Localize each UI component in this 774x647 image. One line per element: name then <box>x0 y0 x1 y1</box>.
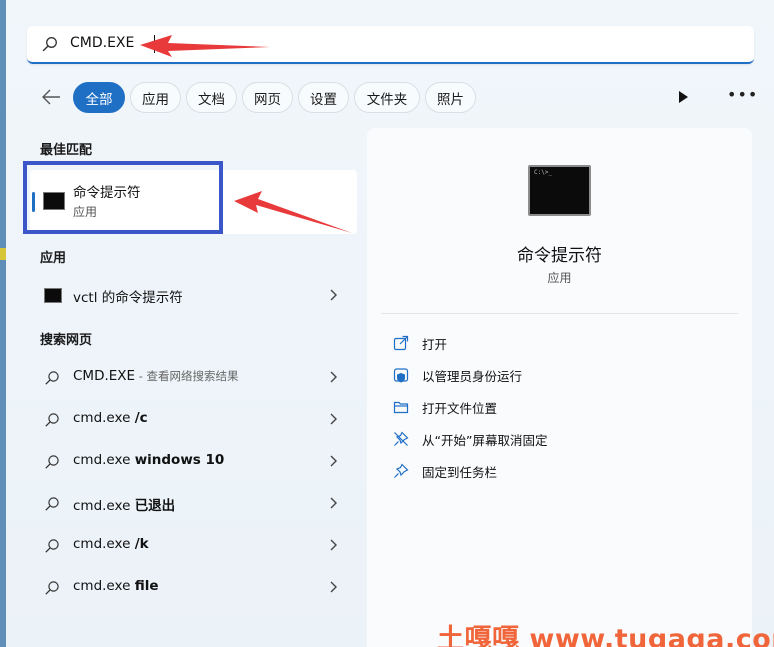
watermark: 土嘎嘎 www.tugaga.com <box>437 624 774 647</box>
best-match-title: 命令提示符 <box>73 185 141 201</box>
filter-all[interactable]: 全部 <box>73 82 125 113</box>
action-open[interactable]: 打开 <box>393 332 723 354</box>
more-options-icon[interactable]: ••• <box>727 85 758 104</box>
web-item-text: cmd.exe /c <box>73 410 148 426</box>
web-item-suffix: 已退出 <box>134 498 176 514</box>
filter-web[interactable]: 网页 <box>242 82 293 113</box>
detail-panel: C:\>_ 命令提示符 应用 打开 以管理员身份运行 打开文件位置 从“开始”屏… <box>367 128 752 647</box>
play-icon[interactable] <box>677 91 689 103</box>
action-unpin-from-start-label: 从“开始”屏幕取消固定 <box>422 433 548 448</box>
divider <box>381 313 738 314</box>
web-item-hint: - 查看网络搜索结果 <box>135 369 239 383</box>
web-item-text: cmd.exe 已退出 <box>73 494 175 514</box>
chevron-right-icon <box>330 497 337 509</box>
action-unpin-from-start[interactable]: 从“开始”屏幕取消固定 <box>393 428 723 450</box>
back-arrow-icon[interactable] <box>40 88 62 106</box>
web-item[interactable]: cmd.exe windows 10 <box>30 440 357 482</box>
folder-icon <box>393 401 409 414</box>
web-item-suffix: /k <box>134 536 149 552</box>
web-item-text: CMD.EXE - 查看网络搜索结果 <box>73 368 239 384</box>
web-item-prefix: cmd.exe <box>73 536 135 552</box>
web-item-suffix: windows 10 <box>134 452 225 468</box>
search-input[interactable]: CMD.EXE <box>70 35 134 51</box>
action-open-file-location[interactable]: 打开文件位置 <box>393 396 723 418</box>
web-item[interactable]: cmd.exe /k <box>30 524 357 566</box>
search-icon <box>45 539 59 553</box>
search-icon <box>45 455 59 469</box>
web-item[interactable]: cmd.exe /c <box>30 398 357 440</box>
detail-title: 命令提示符 <box>517 246 602 266</box>
command-prompt-icon <box>43 192 65 210</box>
best-match-heading: 最佳匹配 <box>40 143 93 158</box>
search-icon <box>45 497 59 511</box>
web-search-heading: 搜索网页 <box>40 333 93 348</box>
search-icon <box>45 413 59 427</box>
chevron-right-icon <box>330 455 337 467</box>
web-item-prefix: cmd.exe <box>73 578 135 594</box>
app-item-label: vctl 的命令提示符 <box>73 290 183 306</box>
web-item-prefix: cmd.exe <box>73 452 135 468</box>
action-run-as-admin[interactable]: 以管理员身份运行 <box>393 364 723 386</box>
filter-documents[interactable]: 文档 <box>186 82 237 113</box>
web-item-text: cmd.exe file <box>73 578 158 594</box>
chevron-right-icon <box>330 413 337 425</box>
best-match-item[interactable]: 命令提示符 应用 <box>30 170 357 234</box>
open-external-icon <box>393 335 409 351</box>
web-item-text: cmd.exe windows 10 <box>73 452 224 468</box>
filter-settings[interactable]: 设置 <box>298 82 349 113</box>
web-item[interactable]: CMD.EXE - 查看网络搜索结果 <box>30 356 357 398</box>
web-item-text: cmd.exe /k <box>73 536 149 552</box>
action-pin-to-taskbar[interactable]: 固定到任务栏 <box>393 460 723 482</box>
app-item-vctl-command-prompt[interactable]: vctl 的命令提示符 <box>30 274 357 316</box>
chevron-right-icon <box>330 539 337 551</box>
web-item-suffix: /c <box>134 410 148 426</box>
unpin-icon <box>394 431 409 446</box>
command-prompt-large-icon: C:\>_ <box>528 165 591 216</box>
search-icon <box>45 581 59 595</box>
search-icon <box>42 37 57 52</box>
filter-apps[interactable]: 应用 <box>130 82 181 113</box>
detail-subtitle: 应用 <box>547 271 572 285</box>
text-caret <box>154 35 155 53</box>
web-item[interactable]: cmd.exe file <box>30 566 357 608</box>
web-item-prefix: cmd.exe <box>73 498 135 514</box>
command-prompt-icon <box>44 288 62 303</box>
chevron-right-icon <box>330 581 337 593</box>
action-run-as-admin-label: 以管理员身份运行 <box>422 369 523 384</box>
admin-shield-icon <box>393 368 409 383</box>
chevron-right-icon <box>330 289 337 301</box>
pin-icon <box>394 463 409 478</box>
filter-bar: 全部 应用 文档 网页 设置 文件夹 照片 ••• <box>0 81 774 113</box>
apps-heading: 应用 <box>40 251 67 266</box>
action-open-file-location-label: 打开文件位置 <box>422 401 498 416</box>
web-item-query: CMD.EXE <box>73 368 136 384</box>
chevron-right-icon <box>330 371 337 383</box>
selection-indicator <box>32 192 35 212</box>
action-open-label: 打开 <box>422 337 448 352</box>
filter-folders[interactable]: 文件夹 <box>354 82 420 113</box>
web-item-suffix: file <box>134 578 159 594</box>
best-match-subtitle: 应用 <box>73 205 98 219</box>
web-item[interactable]: cmd.exe 已退出 <box>30 482 357 524</box>
filter-photos[interactable]: 照片 <box>425 82 476 113</box>
action-pin-to-taskbar-label: 固定到任务栏 <box>422 465 498 480</box>
search-icon <box>45 371 59 385</box>
search-box[interactable]: CMD.EXE <box>27 26 754 64</box>
web-item-prefix: cmd.exe <box>73 410 135 426</box>
